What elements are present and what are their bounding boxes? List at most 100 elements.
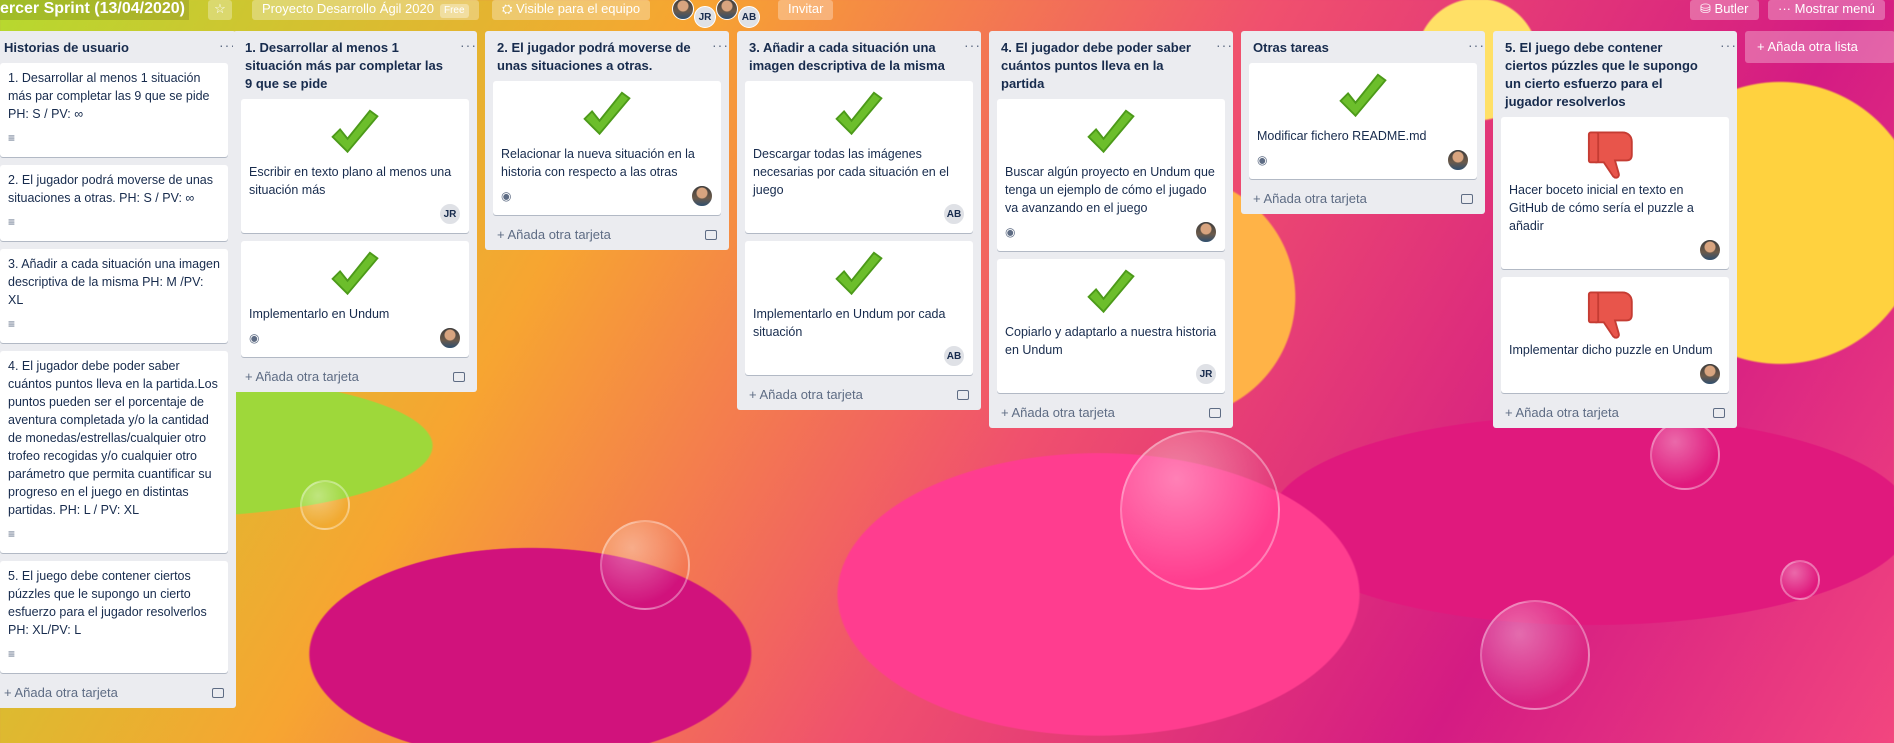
watch-icon: ◉: [1005, 225, 1016, 239]
board-title[interactable]: ercer Sprint (13/04/2020): [0, 0, 189, 20]
card[interactable]: Modificar fichero README.md ◉: [1249, 63, 1477, 179]
list: 3. Añadir a cada situación una imagen de…: [737, 31, 981, 410]
list-title[interactable]: Historias de usuario: [0, 31, 228, 63]
card-template-icon[interactable]: [212, 687, 224, 698]
card-title: Copiarlo y adaptarlo a nuestra historia …: [1005, 325, 1217, 357]
card[interactable]: Implementar dicho puzzle en Undum: [1501, 277, 1729, 393]
add-card-label: + Añada otra tarjeta: [1001, 405, 1115, 420]
avatar[interactable]: AB: [738, 6, 760, 28]
member-avatar[interactable]: JR: [1195, 363, 1217, 385]
card-template-icon[interactable]: [1209, 407, 1221, 418]
card-badges: ◉: [1257, 149, 1469, 171]
background-bubble: [300, 480, 350, 530]
description-icon: ≡: [8, 647, 16, 661]
card-template-icon[interactable]: [453, 371, 465, 382]
board-header: ercer Sprint (13/04/2020) ☆ Proyecto Des…: [0, 0, 1894, 28]
list-menu-icon[interactable]: ···: [1720, 37, 1737, 53]
card-title: Relacionar la nueva situación en la hist…: [501, 147, 695, 179]
card[interactable]: Implementarlo en Undum ◉: [241, 241, 469, 357]
card[interactable]: 2. El jugador podrá moverse de unas situ…: [0, 165, 228, 241]
background-bubble: [1120, 430, 1280, 590]
add-card-label: + Añada otra tarjeta: [1253, 191, 1367, 206]
add-card-button[interactable]: + Añada otra tarjeta: [241, 365, 469, 384]
list-menu-icon[interactable]: ···: [1468, 37, 1485, 53]
card[interactable]: Implementarlo en Undum por cada situació…: [745, 241, 973, 375]
add-card-button[interactable]: + Añada otra tarjeta: [493, 223, 721, 242]
list-title[interactable]: 1. Desarrollar al menos 1 situación más …: [241, 31, 469, 99]
card[interactable]: 5. El juego debe contener ciertos púzzle…: [0, 561, 228, 673]
add-list-button[interactable]: + Añada otra lista: [1745, 31, 1894, 63]
card[interactable]: 1. Desarrollar al menos 1 situación más …: [0, 63, 228, 157]
card-badges: JR: [249, 203, 461, 225]
avatar[interactable]: [672, 0, 694, 20]
free-badge: Free: [439, 4, 469, 18]
card-badges: [1509, 363, 1721, 385]
invite-button[interactable]: Invitar: [778, 0, 834, 20]
list-title[interactable]: 2. El jugador podrá moverse de unas situ…: [493, 31, 721, 81]
list-title[interactable]: 5. El juego debe contener ciertos púzzle…: [1501, 31, 1729, 117]
list-menu-icon[interactable]: ···: [460, 37, 477, 53]
card[interactable]: 4. El jugador debe poder saber cuántos p…: [0, 351, 228, 553]
card-template-icon[interactable]: [1713, 407, 1725, 418]
show-menu-button[interactable]: ··· Mostrar menú: [1768, 0, 1885, 20]
list: 1. Desarrollar al menos 1 situación más …: [233, 31, 477, 392]
list-menu-icon[interactable]: ···: [964, 37, 981, 53]
card[interactable]: Hacer boceto inicial en texto en GitHub …: [1501, 117, 1729, 269]
member-avatar[interactable]: [439, 327, 461, 349]
visibility-button[interactable]: ⛭ Visible para el equipo: [492, 0, 651, 20]
list-title[interactable]: Otras tareas: [1249, 31, 1477, 63]
card-template-icon[interactable]: [1461, 193, 1473, 204]
card-badges: JR: [1005, 363, 1217, 385]
list: Otras tareas ··· Modificar fichero README.…: [1241, 31, 1485, 214]
card-title: 1. Desarrollar al menos 1 situación más …: [8, 71, 210, 121]
avatar[interactable]: [716, 0, 738, 20]
add-card-label: + Añada otra tarjeta: [4, 685, 118, 700]
member-avatar[interactable]: [1195, 221, 1217, 243]
card-badges: ≡: [8, 127, 220, 149]
team-button[interactable]: Proyecto Desarrollo Ágil 2020 Free: [252, 0, 479, 20]
member-avatar[interactable]: AB: [943, 203, 965, 225]
avatar[interactable]: JR: [694, 6, 716, 28]
checkmark-icon: [753, 249, 965, 305]
card[interactable]: Descargar todas las imágenes necesarias …: [745, 81, 973, 233]
add-card-button[interactable]: + Añada otra tarjeta: [1249, 187, 1477, 206]
checkmark-icon: [1005, 267, 1217, 323]
card[interactable]: Buscar algún proyecto en Undum que tenga…: [997, 99, 1225, 251]
star-icon[interactable]: ☆: [208, 0, 232, 20]
thumbs-down-icon: [1509, 125, 1721, 181]
member-avatar[interactable]: AB: [943, 345, 965, 367]
card-badges: ◉: [1005, 221, 1217, 243]
member-avatar[interactable]: [1447, 149, 1469, 171]
card-template-icon[interactable]: [705, 229, 717, 240]
member-avatar[interactable]: [1699, 363, 1721, 385]
list: 4. El jugador debe poder saber cuántos p…: [989, 31, 1233, 428]
card[interactable]: Escribir en texto plano al menos una sit…: [241, 99, 469, 233]
list-title[interactable]: 3. Añadir a cada situación una imagen de…: [745, 31, 973, 81]
card-badges: AB: [753, 345, 965, 367]
member-avatar[interactable]: [1699, 239, 1721, 261]
add-card-button[interactable]: + Añada otra tarjeta: [745, 383, 973, 402]
card-title: Descargar todas las imágenes necesarias …: [753, 147, 949, 197]
add-card-button[interactable]: + Añada otra tarjeta: [1501, 401, 1729, 420]
card[interactable]: Relacionar la nueva situación en la hist…: [493, 81, 721, 215]
card-badges: ≡: [8, 643, 220, 665]
butler-button[interactable]: ⛁ Butler: [1690, 0, 1759, 20]
add-card-button[interactable]: + Añada otra tarjeta: [0, 681, 228, 700]
member-avatar[interactable]: [691, 185, 713, 207]
add-card-label: + Añada otra tarjeta: [1505, 405, 1619, 420]
description-icon: ≡: [8, 527, 16, 541]
list-menu-icon[interactable]: ···: [712, 37, 729, 53]
background-bubble: [1780, 560, 1820, 600]
card[interactable]: 3. Añadir a cada situación una imagen de…: [0, 249, 228, 343]
card-template-icon[interactable]: [957, 389, 969, 400]
checkmark-icon: [501, 89, 713, 145]
card-title: 4. El jugador debe poder saber cuántos p…: [8, 359, 218, 517]
member-avatar[interactable]: JR: [439, 203, 461, 225]
thumbs-down-icon: [1509, 285, 1721, 341]
board-members: JR AB: [672, 0, 760, 28]
add-card-button[interactable]: + Añada otra tarjeta: [997, 401, 1225, 420]
card[interactable]: Copiarlo y adaptarlo a nuestra historia …: [997, 259, 1225, 393]
card-title: Hacer boceto inicial en texto en GitHub …: [1509, 183, 1694, 233]
list-menu-icon[interactable]: ···: [1216, 37, 1233, 53]
list-title[interactable]: 4. El jugador debe poder saber cuántos p…: [997, 31, 1225, 99]
